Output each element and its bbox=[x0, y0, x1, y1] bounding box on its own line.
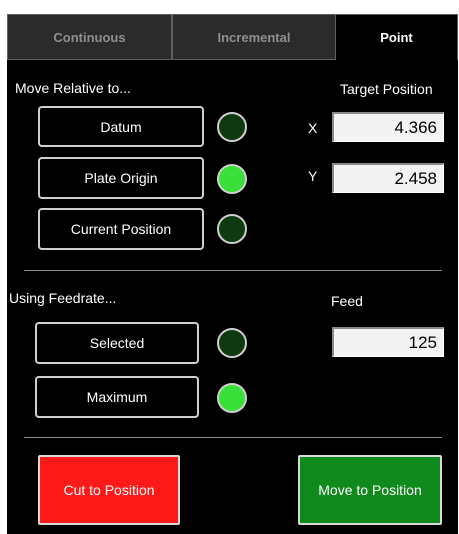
plate-origin-button[interactable]: Plate Origin bbox=[38, 157, 204, 199]
datum-button[interactable]: Datum bbox=[38, 106, 204, 147]
tab-incremental[interactable]: Incremental bbox=[172, 14, 336, 60]
maximum-feedrate-button[interactable]: Maximum bbox=[35, 376, 199, 418]
current-position-indicator bbox=[217, 214, 247, 244]
target-position-heading: Target Position bbox=[340, 81, 433, 97]
selected-feedrate-indicator bbox=[217, 328, 247, 358]
plate-origin-indicator bbox=[217, 164, 247, 194]
section-divider bbox=[24, 270, 442, 271]
maximum-feedrate-indicator bbox=[217, 383, 247, 413]
current-position-button[interactable]: Current Position bbox=[38, 208, 204, 250]
target-x-input[interactable] bbox=[332, 112, 444, 142]
move-relative-heading: Move Relative to... bbox=[15, 80, 131, 96]
feed-label: Feed bbox=[331, 293, 363, 309]
y-axis-label: Y bbox=[308, 168, 318, 184]
x-axis-label: X bbox=[308, 120, 318, 136]
tab-point[interactable]: Point bbox=[336, 14, 458, 60]
selected-feedrate-button[interactable]: Selected bbox=[35, 322, 199, 364]
target-y-input[interactable] bbox=[332, 163, 444, 193]
cut-to-position-button[interactable]: Cut to Position bbox=[38, 455, 180, 525]
point-move-panel: Continuous Incremental Point Move Relati… bbox=[7, 14, 458, 534]
actions-divider bbox=[24, 437, 442, 438]
feed-input[interactable] bbox=[332, 327, 444, 357]
datum-indicator bbox=[217, 112, 247, 142]
tab-continuous[interactable]: Continuous bbox=[7, 14, 172, 60]
feedrate-heading: Using Feedrate... bbox=[9, 290, 117, 306]
move-to-position-button[interactable]: Move to Position bbox=[298, 455, 442, 525]
